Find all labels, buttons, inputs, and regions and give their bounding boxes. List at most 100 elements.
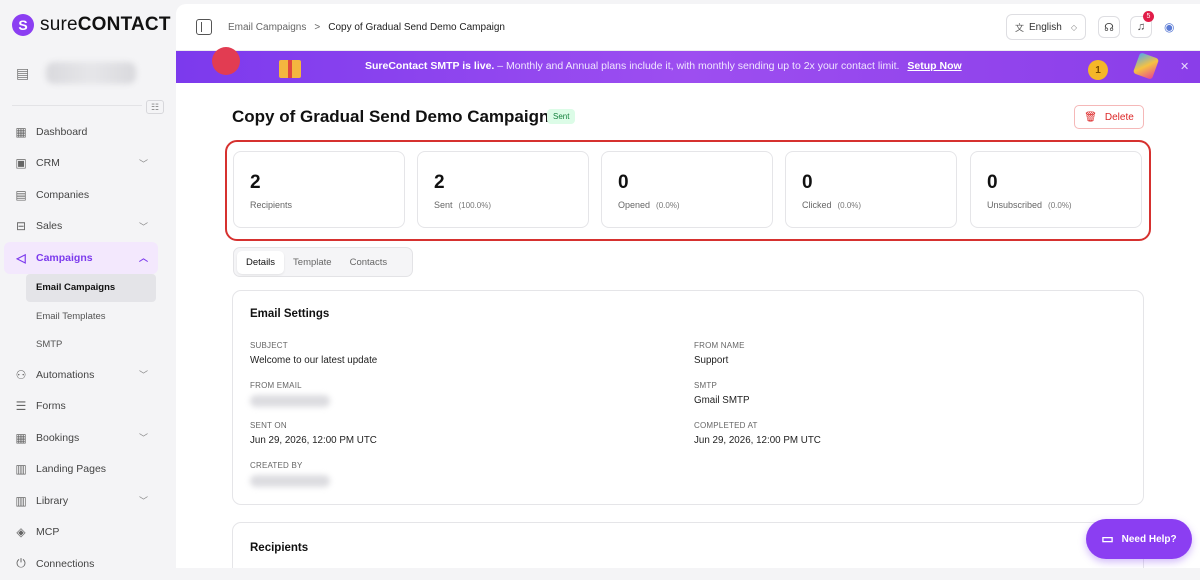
workspace-switcher[interactable]: ▤ — [16, 62, 136, 84]
sidebar-item-label: Companies — [36, 188, 90, 201]
sidebar-item-label: Campaigns — [36, 251, 93, 264]
dashboard-icon: ▦ — [15, 124, 27, 139]
from-email-redacted — [250, 395, 330, 407]
chevron-down-icon: ﹀ — [138, 221, 148, 232]
gift-icon — [279, 60, 301, 78]
sidebar: S sureCONTACT ▤ ☷ ▦ Dashboard ▣ CRM ﹀ ▤ Compan… — [0, 0, 171, 570]
chevron-down-icon: ﹀ — [138, 433, 148, 444]
campaign-tabs: Details Template Contacts — [233, 247, 413, 277]
balloon-icon — [212, 47, 240, 75]
completed-at-value: Jun 29, 2026, 12:00 PM UTC — [694, 435, 821, 446]
sidebar-item-library[interactable]: ▥ Library ﹀ — [4, 485, 158, 517]
created-by-label: CREATED BY — [250, 461, 303, 470]
stat-label: Unsubscribed — [987, 200, 1043, 210]
sidebar-item-dashboard[interactable]: ▦ Dashboard — [4, 116, 158, 148]
chat-icon: ▭ — [1101, 531, 1114, 546]
calendar-icon: ▦ — [15, 430, 27, 445]
form-icon: ☰ — [15, 399, 27, 414]
breadcrumb-parent[interactable]: Email Campaigns — [228, 22, 306, 33]
tab-template[interactable]: Template — [284, 251, 341, 274]
sidebar-subitem-email-campaigns[interactable]: Email Campaigns — [26, 273, 156, 302]
smtp-field: SMTP Gmail SMTP — [694, 381, 750, 406]
banner-strong: SureContact SMTP is live. — [365, 60, 495, 72]
sidebar-item-companies[interactable]: ▤ Companies — [4, 179, 158, 211]
setup-now-link[interactable]: Setup Now — [907, 60, 961, 72]
chevron-up-icon: ︿ — [138, 253, 148, 264]
created-by-field: CREATED BY — [250, 461, 330, 487]
close-icon[interactable]: ✕ — [1180, 60, 1189, 73]
workspace-name-redacted — [46, 62, 136, 84]
sidebar-item-label: CRM — [36, 157, 60, 170]
sidebar-item-landing-pages[interactable]: ▥ Landing Pages — [4, 454, 158, 486]
sidebar-divider — [12, 105, 142, 106]
sidebar-subitem-email-templates[interactable]: Email Templates — [4, 302, 158, 331]
chevron-down-icon: ﹀ — [138, 158, 148, 169]
stat-card-clicked: 0 Clicked (0.0%) — [785, 151, 957, 228]
trash-icon: 🗑 — [1084, 111, 1097, 123]
subject-field: SUBJECT Welcome to our latest update — [250, 341, 377, 366]
brand-name-bold: CONTACT — [77, 14, 171, 35]
tab-contacts[interactable]: Contacts — [341, 251, 397, 274]
main-content: Email Campaigns > Copy of Gradual Send D… — [176, 4, 1200, 568]
sidebar-item-label: MCP — [36, 526, 60, 539]
stat-label: Sent — [434, 200, 453, 210]
stat-card-opened: 0 Opened (0.0%) — [601, 151, 773, 228]
stat-label: Recipients — [250, 200, 293, 210]
chevron-down-icon: ﹀ — [138, 496, 148, 507]
sidebar-item-connections[interactable]: ⏻ Connections — [4, 548, 158, 580]
from-email-field: FROM EMAIL — [250, 381, 330, 407]
building-icon: ▤ — [15, 187, 27, 202]
headset-icon: ☊ — [1104, 21, 1114, 34]
email-settings-title: Email Settings — [250, 308, 330, 320]
sidebar-item-label: Landing Pages — [36, 463, 107, 476]
delete-button[interactable]: 🗑 Delete — [1074, 105, 1144, 129]
sidebar-item-mcp[interactable]: ◈ MCP — [4, 517, 158, 549]
created-by-redacted — [250, 475, 330, 487]
subject-label: SUBJECT — [250, 341, 288, 350]
need-help-button[interactable]: ▭ Need Help? — [1086, 519, 1192, 559]
sidebar-item-crm[interactable]: ▣ CRM ﹀ — [4, 148, 158, 180]
recipients-card: Recipients — [232, 522, 1144, 568]
megaphone-icon: ◁ — [16, 250, 26, 265]
stat-value: 2 — [250, 172, 261, 193]
sidebar-item-sales[interactable]: ⊟ Sales ﹀ — [4, 211, 158, 243]
from-name-label: FROM NAME — [694, 341, 745, 350]
chevron-updown-icon: ◇ — [1070, 22, 1077, 32]
sidebar-item-label: Forms — [36, 400, 66, 413]
sidebar-settings-icon[interactable]: ☷ — [146, 100, 164, 114]
chevron-down-icon: ﹀ — [138, 370, 148, 381]
banner-text: – Monthly and Annual plans include it, w… — [494, 60, 900, 72]
layout-icon: ▥ — [15, 462, 27, 477]
smtp-label: SMTP — [694, 381, 718, 390]
need-help-label: Need Help? — [1121, 533, 1177, 545]
stat-percentage: (100.0%) — [458, 201, 491, 210]
sidebar-item-label: Dashboard — [36, 125, 88, 138]
completed-at-field: COMPLETED AT Jun 29, 2026, 12:00 PM UTC — [694, 421, 821, 446]
brand-logo[interactable]: S sureCONTACT — [12, 14, 171, 36]
globe-icon[interactable]: ◉ — [1164, 20, 1174, 34]
stat-label: Opened — [618, 200, 651, 210]
stat-card-unsubscribed: 0 Unsubscribed (0.0%) — [970, 151, 1142, 228]
notifications-button[interactable]: ♫ 5 — [1130, 11, 1154, 38]
sidebar-item-bookings[interactable]: ▦ Bookings ﹀ — [4, 422, 158, 454]
sidebar-item-forms[interactable]: ☰ Forms — [4, 391, 158, 423]
stat-percentage: (0.0%) — [837, 201, 862, 210]
stat-percentage: (0.0%) — [656, 201, 680, 210]
support-button[interactable]: ☊ — [1098, 16, 1120, 38]
sidebar-toggle-icon[interactable] — [196, 19, 212, 35]
tab-details[interactable]: Details — [237, 250, 285, 274]
topbar: Email Campaigns > Copy of Gradual Send D… — [176, 4, 1200, 51]
sidebar-nav: ▦ Dashboard ▣ CRM ﹀ ▤ Companies ⊟ Sales ﹀ ◁ Campaig… — [4, 116, 158, 580]
briefcase-icon: ⊟ — [15, 219, 27, 234]
sidebar-subitem-smtp[interactable]: SMTP — [4, 331, 158, 360]
stat-value: 0 — [987, 172, 998, 193]
stat-card-sent: 2 Sent (100.0%) — [417, 151, 589, 228]
sidebar-item-automations[interactable]: ⚇ Automations ﹀ — [4, 359, 158, 391]
from-email-label: FROM EMAIL — [250, 381, 302, 390]
completed-at-label: COMPLETED AT — [694, 421, 758, 430]
language-value: English — [1029, 21, 1062, 33]
sent-on-field: SENT ON Jun 29, 2026, 12:00 PM UTC — [250, 421, 377, 446]
subject-value: Welcome to our latest update — [250, 355, 378, 366]
language-select[interactable]: 文 English ◇ — [1006, 14, 1086, 40]
sidebar-item-campaigns[interactable]: ◁ Campaigns ︿ — [4, 242, 158, 274]
